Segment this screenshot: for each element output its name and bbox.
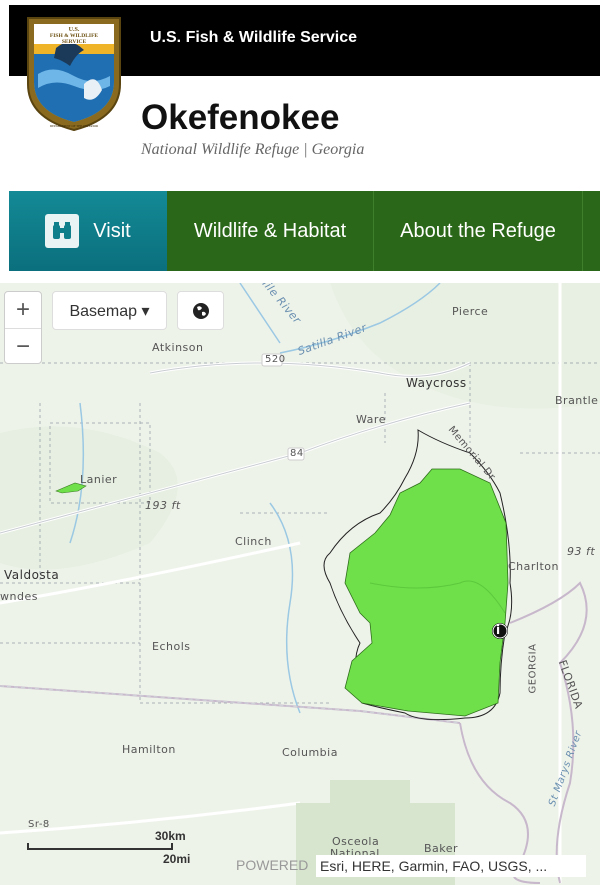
fws-logo[interactable]: U.S. FISH & WILDLIFE SERVICE DEPARTMENT … (24, 14, 124, 132)
nav-wildlife-habitat[interactable]: Wildlife & Habitat (167, 191, 374, 271)
nav-wildlife-label: Wildlife & Habitat (193, 219, 347, 242)
map-label: Waycross (406, 376, 467, 390)
map-label: Pierce (452, 305, 489, 318)
map-label: Clinch (235, 535, 272, 548)
map-label: Charlton (508, 560, 559, 573)
basemap-button[interactable]: Basemap ▾ (52, 291, 167, 330)
nav-visit[interactable]: Visit (9, 191, 167, 271)
map-label: wndes (0, 590, 38, 603)
scale-km-label: 30km (155, 829, 186, 843)
map-label: GEORGIA (527, 643, 539, 694)
map-label: 520 (265, 354, 286, 365)
map-label: Baker (424, 842, 459, 855)
page-title[interactable]: Okefenokee (141, 98, 339, 138)
map-label: Brantle (555, 394, 599, 407)
logo-text: DEPARTMENT OF THE INTERIOR (50, 124, 99, 128)
zoom-control: + − (4, 291, 42, 364)
map-label: Hamilton (122, 743, 176, 756)
map-label: 93 ft (567, 545, 596, 558)
scale-mi-label: 20mi (163, 852, 191, 866)
main-nav: Visit Wildlife & Habitat About the Refug… (9, 191, 600, 271)
map-canvas (0, 283, 600, 885)
binoculars-icon (45, 214, 80, 248)
zoom-in-button[interactable]: + (5, 292, 41, 327)
globe-icon[interactable] (177, 291, 224, 330)
map-label: Columbia (282, 746, 338, 759)
map-label: Ware (356, 413, 386, 426)
map-label: 84 (290, 448, 304, 459)
zoom-out-button[interactable]: − (5, 328, 41, 364)
logo-text: SERVICE (62, 39, 87, 45)
page-subtitle: National Wildlife Refuge | Georgia (141, 141, 365, 158)
nav-about-refuge[interactable]: About the Refuge (374, 191, 583, 271)
refuge-map[interactable]: i Mile River Pierce Satilla River rien A… (0, 283, 600, 885)
agency-name[interactable]: U.S. Fish & Wildlife Service (150, 29, 357, 47)
map-label: Echols (152, 640, 191, 653)
nav-visit-label: Visit (93, 219, 131, 242)
scale-bar: 30km 20mi (26, 829, 190, 869)
map-attribution[interactable]: Esri, HERE, Garmin, FAO, USGS, ... (316, 855, 586, 877)
map-label: 193 ft (145, 499, 181, 512)
map-label: Atkinson (152, 341, 204, 354)
map-label: Lanier (80, 473, 118, 486)
map-label: Valdosta (4, 568, 60, 582)
powered-by-label[interactable]: POWERED (236, 857, 308, 873)
info-marker-icon[interactable]: i (496, 623, 501, 637)
nav-about-label: About the Refuge (400, 219, 556, 242)
